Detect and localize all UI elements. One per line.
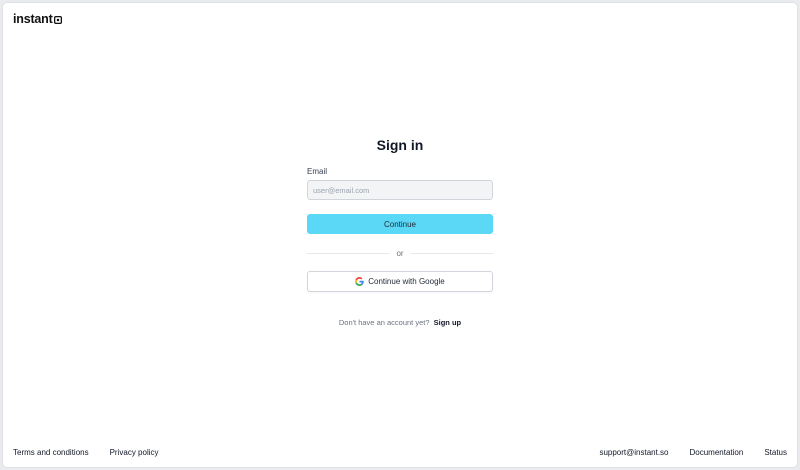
brand-logo[interactable]: instant (13, 12, 62, 26)
documentation-link[interactable]: Documentation (690, 448, 744, 457)
signup-link[interactable]: Sign up (434, 318, 462, 327)
instant-logo-mark-icon (53, 16, 62, 24)
status-link[interactable]: Status (764, 448, 787, 457)
divider-line-right (410, 252, 493, 254)
privacy-link[interactable]: Privacy policy (110, 448, 159, 457)
google-button-label: Continue with Google (368, 277, 445, 286)
continue-with-google-button[interactable]: Continue with Google (307, 271, 493, 292)
signup-prompt: Don't have an account yet? Sign up (3, 318, 797, 327)
footer-left-links: Terms and conditions Privacy policy (13, 448, 159, 457)
support-email-link[interactable]: support@instant.so (599, 448, 668, 457)
footer-right-links: support@instant.so Documentation Status (599, 448, 787, 457)
email-field[interactable] (307, 180, 493, 200)
page-title: Sign in (376, 137, 424, 153)
email-label: Email (307, 167, 328, 176)
google-g-icon (355, 277, 364, 286)
divider-text: or (396, 248, 404, 258)
terms-link[interactable]: Terms and conditions (13, 448, 89, 457)
continue-button[interactable]: Continue (307, 214, 493, 234)
divider-line-left (307, 252, 390, 254)
brand-name: instant (13, 12, 53, 26)
app-window: instant Sign in Email Continue or Contin… (3, 3, 797, 467)
or-divider: or (307, 247, 493, 259)
no-account-text: Don't have an account yet? (338, 318, 430, 327)
